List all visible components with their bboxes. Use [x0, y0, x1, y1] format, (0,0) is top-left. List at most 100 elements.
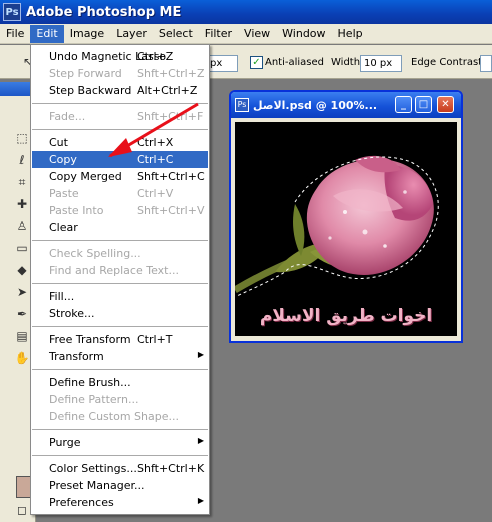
- menu-item-paste-into: Paste Into Shft+Ctrl+V: [32, 202, 208, 219]
- menu-item-label: Color Settings...: [49, 462, 137, 475]
- document-icon: Ps: [235, 98, 249, 112]
- antialias-label: Anti-aliased: [265, 57, 325, 68]
- menu-item-shortcut: Ctrl+X: [137, 136, 174, 149]
- menu-item-label: Copy Merged: [49, 170, 122, 183]
- menu-filter[interactable]: Filter: [199, 25, 238, 43]
- menu-item-label: Check Spelling...: [49, 247, 141, 260]
- menu-item-label: Find and Replace Text...: [49, 264, 179, 277]
- menu-item-fill[interactable]: Fill...: [32, 288, 208, 305]
- eraser-tool-icon[interactable]: ▭: [14, 240, 30, 256]
- menu-item-label: Preferences: [49, 496, 114, 509]
- menu-item-shortcut: Ctrl+V: [137, 187, 174, 200]
- menu-item-label: Preset Manager...: [49, 479, 145, 492]
- pen-tool-icon[interactable]: ✒: [14, 306, 30, 322]
- menu-item-label: Define Custom Shape...: [49, 410, 179, 423]
- menu-separator: [32, 455, 208, 456]
- menu-item-label: Define Brush...: [49, 376, 131, 389]
- menu-item-label: Transform: [49, 350, 104, 363]
- menu-item-copy-merged[interactable]: Copy Merged Shft+Ctrl+C: [32, 168, 208, 185]
- edit-menu-dropdown: Undo Magnetic Lasso Ctrl+Z Step Forward Shf…: [30, 44, 210, 515]
- image-canvas[interactable]: اخوات طريق الاسلام: [235, 122, 457, 336]
- menu-item-purge[interactable]: Purge ▶: [32, 434, 208, 451]
- marquee-tool-icon[interactable]: ⬚: [14, 130, 30, 146]
- frequency-field[interactable]: px: [206, 55, 238, 72]
- document-window: Ps الاصل.psd @ 100%... _ □ ✕ اخوات طريق …: [229, 90, 463, 343]
- menu-separator: [32, 326, 208, 327]
- menu-item-step-backward[interactable]: Step Backward Alt+Ctrl+Z: [32, 82, 208, 99]
- menu-item-shortcut: Shft+Ctrl+K: [137, 462, 205, 475]
- menu-item-paste: Paste Ctrl+V: [32, 185, 208, 202]
- app-title: Adobe Photoshop ME: [26, 4, 182, 20]
- menu-item-label: Fade...: [49, 110, 86, 123]
- menu-item-shortcut: Alt+Ctrl+Z: [137, 84, 198, 97]
- menu-item-shortcut: Ctrl+Z: [137, 50, 174, 63]
- healing-tool-icon[interactable]: ✚: [14, 196, 30, 212]
- blur-tool-icon[interactable]: ◆: [14, 262, 30, 278]
- document-title: الاصل.psd @ 100%...: [253, 98, 378, 112]
- menu-item-free-transform[interactable]: Free Transform Ctrl+T: [32, 331, 208, 348]
- menu-item-transform[interactable]: Transform ▶: [32, 348, 208, 365]
- menu-item-label: Define Pattern...: [49, 393, 139, 406]
- menu-image[interactable]: Image: [64, 25, 110, 43]
- lasso-tool-icon[interactable]: ℓ: [14, 152, 30, 168]
- rose-image: [235, 155, 439, 297]
- menu-item-undo-magnetic-lasso[interactable]: Undo Magnetic Lasso Ctrl+Z: [32, 48, 208, 65]
- menu-select[interactable]: Select: [153, 25, 199, 43]
- crop-tool-icon[interactable]: ⌗: [14, 174, 30, 190]
- stamp-tool-icon[interactable]: ♙: [14, 218, 30, 234]
- path-select-tool-icon[interactable]: ➤: [14, 284, 30, 300]
- menu-item-fade: Fade... Shft+Ctrl+F: [32, 108, 208, 125]
- menu-view[interactable]: View: [238, 25, 276, 43]
- menu-separator: [32, 429, 208, 430]
- menu-item-shortcut: Shft+Ctrl+Z: [137, 67, 205, 80]
- menu-separator: [32, 240, 208, 241]
- menu-help[interactable]: Help: [332, 25, 369, 43]
- menu-item-label: Copy: [49, 153, 77, 166]
- menu-bar: File Edit Image Layer Select Filter View Window…: [0, 24, 492, 44]
- antialias-checkbox[interactable]: ✓: [250, 56, 263, 69]
- menu-item-label: Purge: [49, 436, 81, 449]
- menu-item-find-and-replace-text: Find and Replace Text...: [32, 262, 208, 279]
- menu-item-preferences[interactable]: Preferences ▶: [32, 494, 208, 511]
- menu-item-label: Step Backward: [49, 84, 132, 97]
- menu-item-color-settings[interactable]: Color Settings... Shft+Ctrl+K: [32, 460, 208, 477]
- menu-item-define-brush[interactable]: Define Brush...: [32, 374, 208, 391]
- menu-item-check-spelling: Check Spelling...: [32, 245, 208, 262]
- submenu-arrow-icon: ▶: [197, 436, 204, 445]
- hand-tool-icon[interactable]: ✋: [14, 350, 30, 366]
- edge-contrast-field[interactable]: [480, 55, 492, 72]
- menu-layer[interactable]: Layer: [110, 25, 153, 43]
- menu-item-label: Free Transform: [49, 333, 131, 346]
- menu-item-shortcut: Shft+Ctrl+F: [137, 110, 204, 123]
- edge-contrast-label: Edge Contrast:: [411, 57, 486, 68]
- menu-item-label: Step Forward: [49, 67, 122, 80]
- menu-item-copy[interactable]: Copy Ctrl+C: [32, 151, 208, 168]
- menu-separator: [32, 283, 208, 284]
- menu-item-clear[interactable]: Clear: [32, 219, 208, 236]
- menu-item-define-custom-shape: Define Custom Shape...: [32, 408, 208, 425]
- menu-item-shortcut: Shft+Ctrl+C: [137, 170, 205, 183]
- menu-item-label: Paste Into: [49, 204, 104, 217]
- menu-item-cut[interactable]: Cut Ctrl+X: [32, 134, 208, 151]
- menu-item-shortcut: Ctrl+C: [137, 153, 174, 166]
- watermark-text: اخوات طريق الاسلام: [259, 306, 433, 326]
- menu-window[interactable]: Window: [276, 25, 331, 43]
- menu-item-label: Clear: [49, 221, 78, 234]
- menu-edit[interactable]: Edit: [30, 24, 64, 43]
- menu-item-preset-manager[interactable]: Preset Manager...: [32, 477, 208, 494]
- menu-item-shortcut: Ctrl+T: [137, 333, 173, 346]
- quick-mask-icon[interactable]: ◻: [14, 502, 30, 518]
- app-title-bar: Ps Adobe Photoshop ME: [0, 0, 492, 24]
- menu-separator: [32, 129, 208, 130]
- width-label: Width:: [331, 57, 364, 68]
- menu-file[interactable]: File: [0, 25, 30, 43]
- width-field[interactable]: 10 px: [360, 55, 402, 72]
- menu-item-shortcut: Shft+Ctrl+V: [137, 204, 205, 217]
- minimize-icon[interactable]: _: [395, 96, 412, 113]
- notes-tool-icon[interactable]: ▤: [14, 328, 30, 344]
- menu-item-label: Paste: [49, 187, 79, 200]
- menu-item-define-pattern: Define Pattern...: [32, 391, 208, 408]
- menu-item-stroke[interactable]: Stroke...: [32, 305, 208, 322]
- close-icon[interactable]: ✕: [437, 96, 454, 113]
- maximize-icon[interactable]: □: [415, 96, 432, 113]
